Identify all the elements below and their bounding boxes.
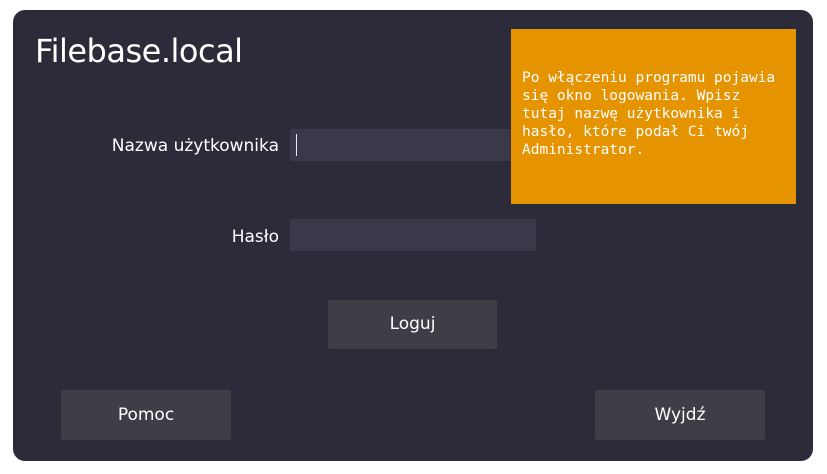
exit-button[interactable]: Wyjdź <box>595 390 765 440</box>
app-title: Filebase.local <box>35 32 243 70</box>
password-input[interactable] <box>290 219 536 251</box>
tooltip-text: Po włączeniu programu pojawia się okno l… <box>522 70 776 158</box>
help-button[interactable]: Pomoc <box>61 390 231 440</box>
username-input[interactable] <box>290 129 536 161</box>
login-button[interactable]: Loguj <box>328 300 497 349</box>
password-label: Hasło <box>231 227 279 247</box>
help-tooltip: Po włączeniu programu pojawia się okno l… <box>511 29 796 204</box>
username-label: Nazwa użytkownika <box>111 136 279 156</box>
text-caret <box>296 134 297 156</box>
